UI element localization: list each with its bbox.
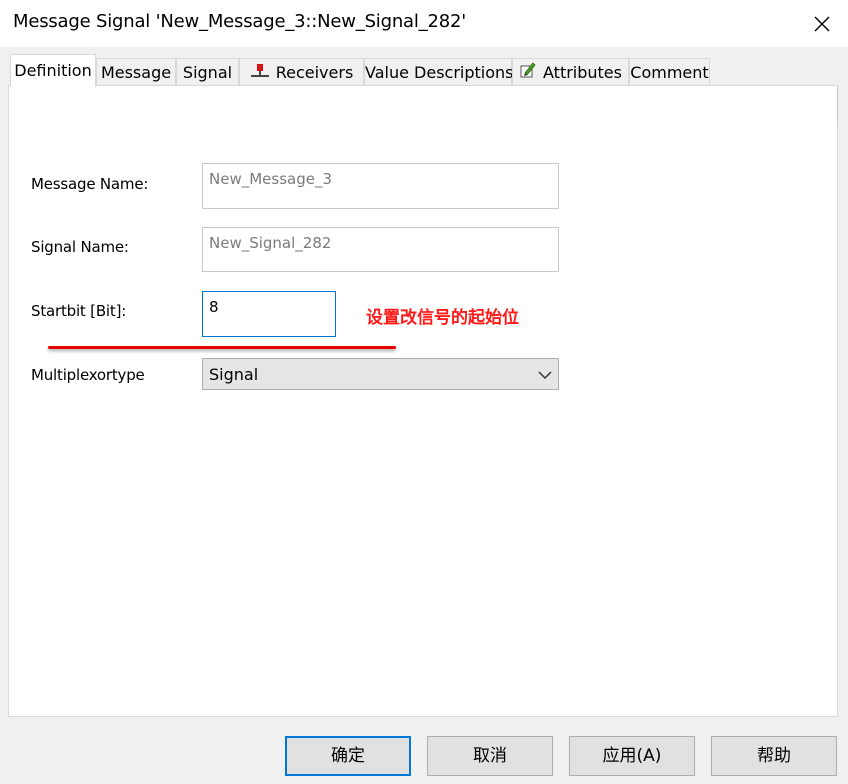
annotation-underline xyxy=(48,346,396,349)
tab-strip: Definition Message Signal Receivers Valu… xyxy=(0,54,848,87)
window-title: Message Signal 'New_Message_3::New_Signa… xyxy=(13,11,466,32)
help-button[interactable]: 帮助 xyxy=(711,736,837,776)
startbit-label: Startbit [Bit]: xyxy=(31,302,127,320)
apply-button[interactable]: 应用(A) xyxy=(569,736,695,776)
chevron-down-icon xyxy=(538,367,552,386)
close-icon xyxy=(814,16,830,32)
tab-label: Value Descriptions xyxy=(365,63,514,82)
tab-label: Definition xyxy=(14,61,92,80)
tab-value-descriptions[interactable]: Value Descriptions xyxy=(364,58,514,86)
signal-name-label: Signal Name: xyxy=(31,238,129,256)
tab-attributes[interactable]: Attributes xyxy=(512,58,629,86)
multiplexortype-label: Multiplexortype xyxy=(31,366,145,384)
tab-label: Message xyxy=(100,63,172,82)
tab-definition[interactable]: Definition xyxy=(10,54,96,87)
startbit-field[interactable]: 8 xyxy=(202,291,336,337)
message-name-label: Message Name: xyxy=(31,175,149,193)
receiver-icon xyxy=(250,60,270,88)
tab-label: Signal xyxy=(182,63,233,82)
tab-label: Receivers xyxy=(275,63,354,82)
tab-receivers[interactable]: Receivers xyxy=(239,58,364,86)
tab-signal[interactable]: Signal xyxy=(176,58,239,86)
ok-button[interactable]: 确定 xyxy=(285,736,411,776)
tab-message[interactable]: Message xyxy=(96,58,176,86)
tab-label: Comment xyxy=(630,63,709,82)
tab-comment[interactable]: Comment xyxy=(629,58,710,86)
message-name-field[interactable]: New_Message_3 xyxy=(202,163,559,209)
tab-label: Attributes xyxy=(543,63,622,82)
annotation-text: 设置改信号的起始位 xyxy=(366,308,519,328)
pencil-icon xyxy=(519,60,537,88)
signal-name-field[interactable]: New_Signal_282 xyxy=(202,227,559,272)
close-button[interactable] xyxy=(802,4,842,44)
multiplexortype-select[interactable]: Signal xyxy=(202,358,559,390)
title-bar: Message Signal 'New_Message_3::New_Signa… xyxy=(0,0,848,47)
cancel-button[interactable]: 取消 xyxy=(427,736,553,776)
panel-scroll-edge xyxy=(837,86,838,126)
multiplexortype-value: Signal xyxy=(209,365,259,384)
